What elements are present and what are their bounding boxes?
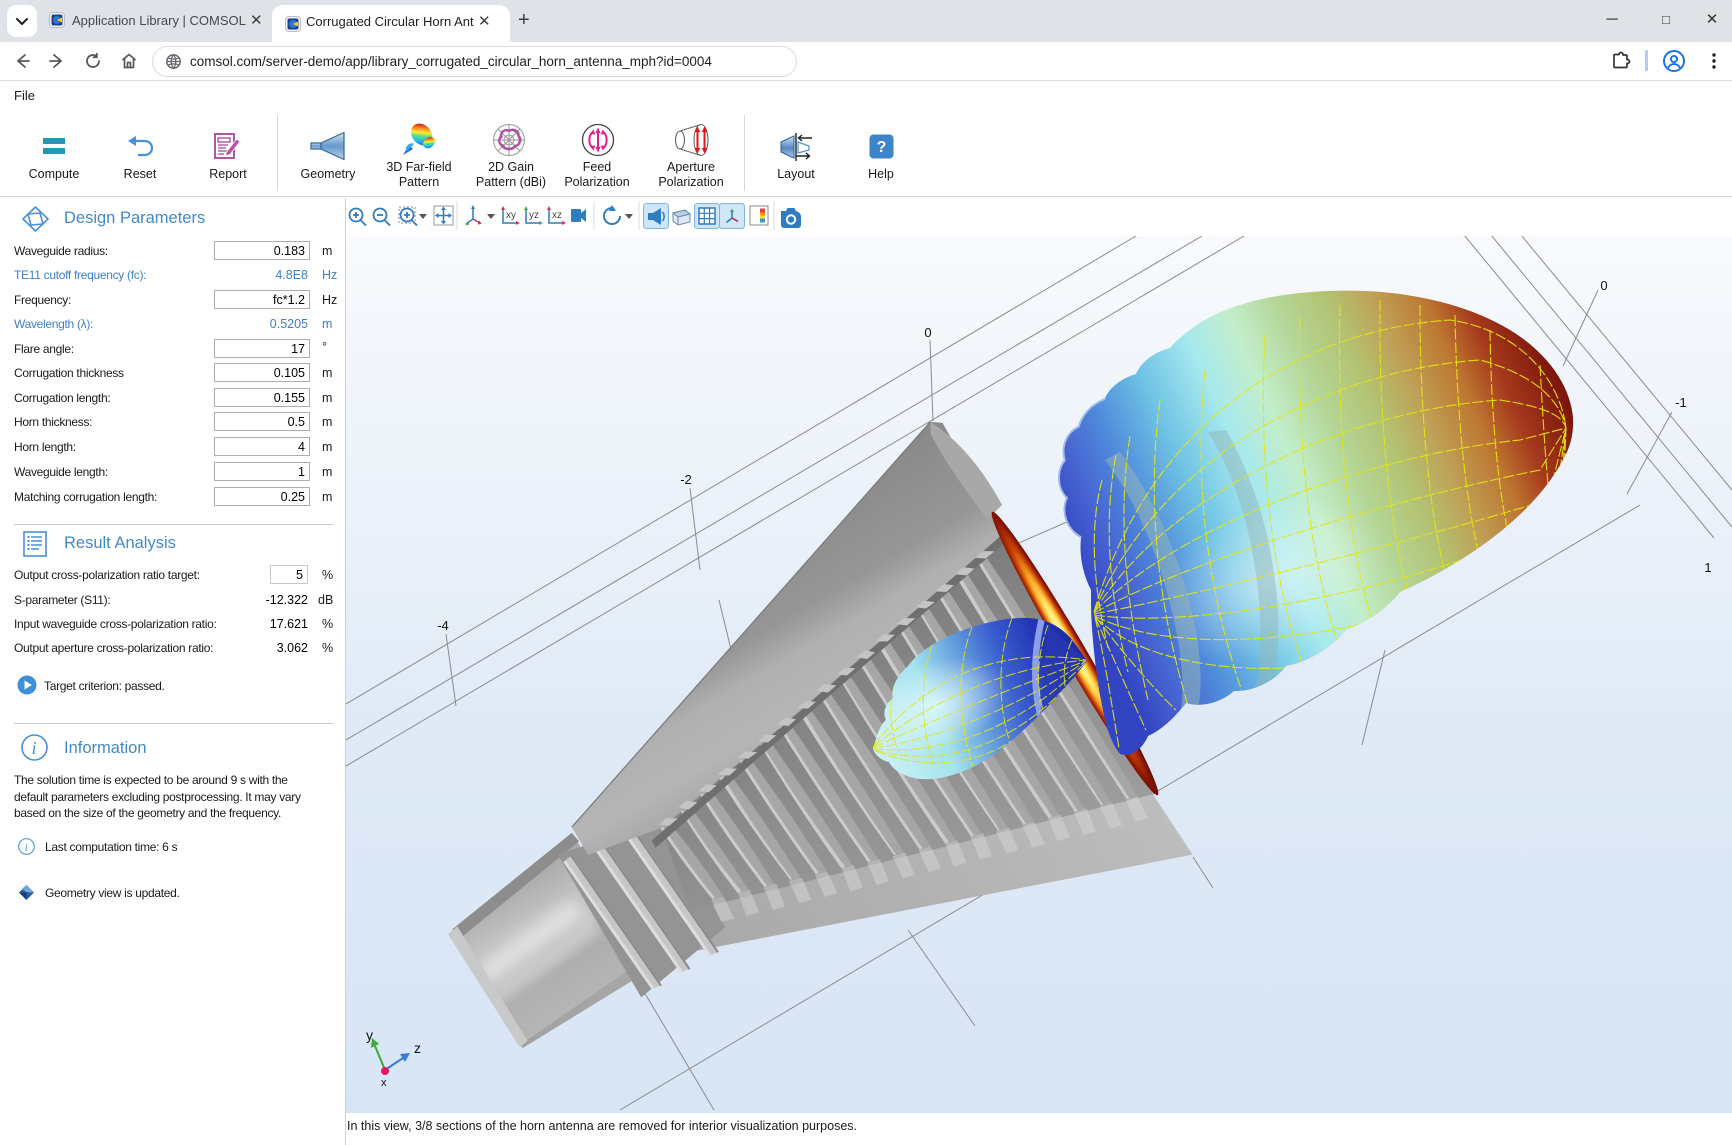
svg-text:i: i [25, 842, 28, 854]
svg-text:y: y [366, 1027, 373, 1043]
svg-text:1: 1 [1704, 560, 1711, 575]
svg-text:0: 0 [1600, 278, 1607, 293]
svg-text:yz: yz [529, 210, 539, 221]
svg-text:-4: -4 [437, 618, 449, 633]
svg-text:x: x [381, 1077, 387, 1089]
svg-text:z: z [414, 1040, 421, 1056]
svg-text:xy: xy [506, 210, 516, 221]
svg-text:xz: xz [552, 210, 562, 221]
svg-text:?: ? [877, 139, 887, 156]
svg-text:0: 0 [924, 325, 931, 340]
svg-text:-2: -2 [680, 472, 692, 487]
svg-text:i: i [31, 738, 36, 758]
svg-text:-1: -1 [1675, 395, 1687, 410]
